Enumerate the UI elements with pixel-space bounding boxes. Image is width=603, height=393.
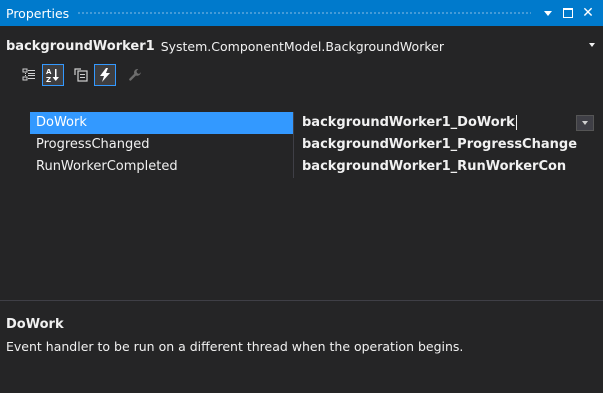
- alphabetical-button[interactable]: A Z: [42, 64, 64, 86]
- window-position-dropdown-button[interactable]: [539, 0, 557, 26]
- event-handler-value[interactable]: backgroundWorker1_ProgressChange: [294, 134, 603, 156]
- event-handler-value[interactable]: backgroundWorker1_RunWorkerCon: [294, 156, 603, 178]
- object-selector[interactable]: backgroundWorker1 System.ComponentModel.…: [0, 32, 603, 60]
- object-type: System.ComponentModel.BackgroundWorker: [160, 38, 444, 54]
- wrench-icon: [129, 69, 141, 81]
- events-grid: DoWork backgroundWorker1_DoWork Progress…: [0, 112, 603, 178]
- categorized-button[interactable]: [18, 64, 40, 86]
- event-row-runworkercompleted[interactable]: RunWorkerCompleted backgroundWorker1_Run…: [0, 156, 603, 178]
- categorized-icon: [22, 68, 35, 81]
- column-divider[interactable]: [293, 112, 294, 178]
- event-name[interactable]: DoWork: [30, 112, 293, 134]
- event-name[interactable]: RunWorkerCompleted: [30, 156, 293, 178]
- properties-button[interactable]: [70, 64, 92, 86]
- row-gutter: [0, 134, 30, 156]
- svg-text:A: A: [46, 68, 52, 76]
- svg-text:Z: Z: [46, 76, 51, 83]
- object-name: backgroundWorker1: [6, 38, 155, 54]
- chevron-down-icon: [582, 121, 588, 125]
- alphabetical-icon: A Z: [46, 68, 59, 83]
- row-gutter: [0, 112, 30, 134]
- event-row-dowork[interactable]: DoWork backgroundWorker1_DoWork: [0, 112, 603, 134]
- description-title: DoWork: [6, 317, 64, 332]
- properties-icon: [74, 68, 88, 82]
- text-caret: [515, 115, 517, 130]
- event-row-progresschanged[interactable]: ProgressChanged backgroundWorker1_Progre…: [0, 134, 603, 156]
- description-pane: DoWork Event handler to be run on a diff…: [0, 300, 603, 393]
- event-handler-text[interactable]: backgroundWorker1_DoWork: [302, 115, 515, 130]
- close-button[interactable]: ✕: [579, 0, 597, 26]
- event-handler-value[interactable]: backgroundWorker1_DoWork: [294, 112, 603, 134]
- events-button[interactable]: [94, 64, 116, 86]
- row-gutter: [0, 156, 30, 178]
- handler-dropdown-button[interactable]: [576, 115, 594, 131]
- window-title: Properties: [6, 5, 70, 21]
- maximize-icon: [563, 8, 573, 18]
- dropdown-arrow-icon: [544, 10, 552, 16]
- event-name[interactable]: ProgressChanged: [30, 134, 293, 156]
- property-pages-button[interactable]: [124, 64, 146, 86]
- maximize-button[interactable]: [559, 0, 577, 26]
- description-text: Event handler to be run on a different t…: [6, 339, 464, 354]
- title-grip: [77, 10, 531, 16]
- events-lightning-icon: [100, 68, 110, 82]
- object-selector-arrow-icon[interactable]: [589, 43, 595, 47]
- close-icon: ✕: [582, 5, 594, 21]
- properties-toolbar: A Z: [0, 62, 603, 88]
- properties-title-bar[interactable]: Properties ✕: [0, 0, 603, 26]
